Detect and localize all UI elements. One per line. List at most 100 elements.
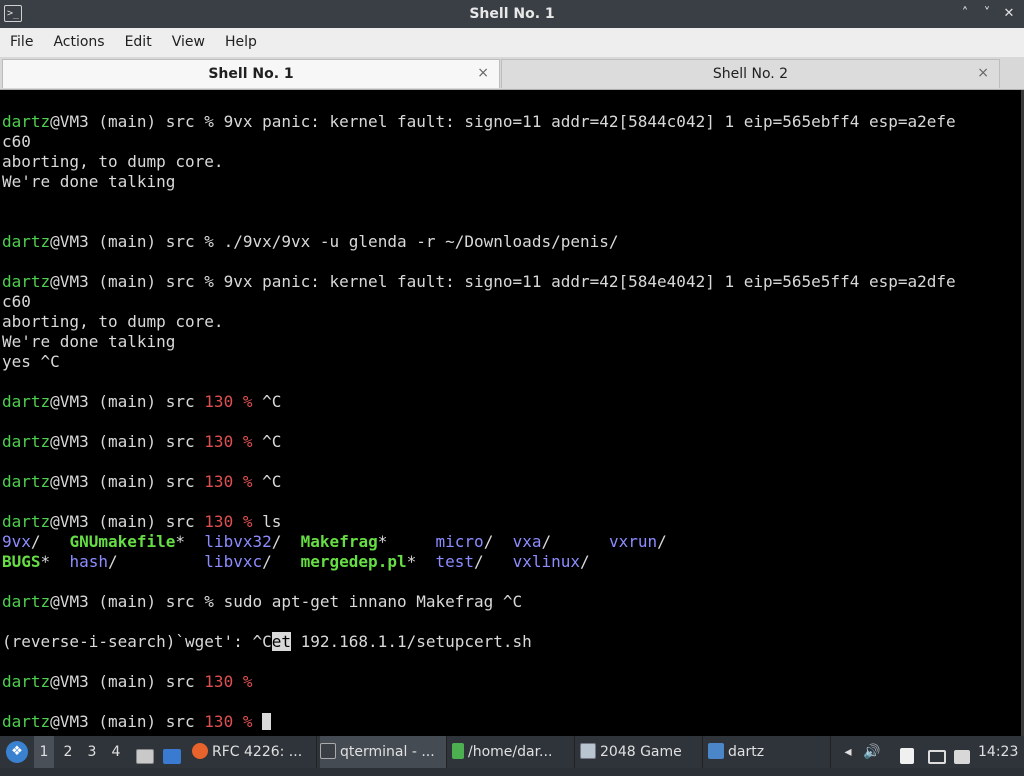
terminal-line: dartz@VM3 (main) src % ./9vx/9vx -u glen… (2, 232, 1012, 252)
terminal-line: aborting, to dump core. (2, 312, 1012, 332)
prompt-user: dartz (2, 592, 51, 611)
terminal-text: c60 (2, 292, 31, 311)
file-entry: micro (435, 532, 484, 551)
desktop-2-button[interactable]: 2 (58, 736, 78, 768)
terminal-line: dartz@VM3 (main) src % 9vx panic: kernel… (2, 272, 1012, 292)
terminal-line: 9vx/ GNUmakefile* libvx32/ Makefrag* mic… (2, 532, 1012, 552)
terminal-text: aborting, to dump core. (2, 152, 224, 171)
prompt-user: dartz (2, 432, 51, 451)
terminal-line: yes ^C (2, 352, 1012, 372)
file-entry: libvxc (204, 552, 263, 571)
prompt-user: dartz (2, 392, 51, 411)
menu-help[interactable]: Help (215, 28, 267, 57)
task-2048-game[interactable]: 2048 Game (580, 736, 703, 768)
terminal-text: / (541, 532, 609, 551)
task-file-manager[interactable]: /home/dar... (452, 736, 575, 768)
terminal-text: @VM3 (main) src % ./9vx/9vx -u glenda -r… (50, 232, 619, 251)
terminal-text: We're done talking (2, 332, 176, 351)
clock[interactable]: 14:23 (978, 736, 1018, 768)
prompt-exit-code: 130 % (204, 512, 253, 531)
start-menu-icon[interactable]: ❖ (6, 741, 28, 763)
close-button[interactable]: ✕ (1000, 4, 1018, 24)
task-label: /home/dar... (468, 744, 553, 760)
clipboard-icon[interactable] (900, 744, 914, 764)
prompt-exit-code: 130 % (204, 432, 253, 451)
prompt-user: dartz (2, 672, 51, 691)
terminal-line: c60 (2, 292, 1012, 312)
window-controls: ˄ ˅ ✕ (956, 4, 1018, 24)
terminal-text: ^C (252, 392, 282, 411)
file-entry: vxa (512, 532, 542, 551)
notification-icon[interactable] (954, 744, 970, 764)
terminal-text: @VM3 (main) src % 9vx panic: kernel faul… (50, 272, 956, 291)
taskbar: ❖ 1 2 3 4 RFC 4226: ... qterminal - ... … (0, 736, 1024, 768)
file-entry: mergedep.pl (300, 552, 407, 571)
tab-label: Shell No. 1 (208, 66, 294, 82)
terminal-line: c60 (2, 132, 1012, 152)
terminal-text: / (474, 552, 513, 571)
file-entry: 9vx (2, 532, 31, 551)
terminal-line: dartz@VM3 (main) src 130 % ls (2, 512, 1012, 532)
tab-bar: Shell No. 1 × Shell No. 2 × (0, 57, 1024, 90)
file-entry: test (435, 552, 475, 571)
task-label: qterminal - ... (340, 744, 435, 760)
terminal-line: (reverse-i-search)`wget': ^Cet 192.168.1… (2, 632, 1012, 652)
terminal-line: aborting, to dump core. (2, 152, 1012, 172)
terminal-output: dartz@VM3 (main) src % 9vx panic: kernel… (2, 112, 1012, 732)
task-label: RFC 4226: ... (212, 744, 303, 760)
window-switch-icon[interactable] (163, 744, 181, 764)
menu-view[interactable]: View (162, 28, 215, 57)
task-firefox[interactable]: RFC 4226: ... (192, 736, 317, 768)
terminal-text: @VM3 (main) src (50, 672, 205, 691)
folder-icon (708, 743, 724, 759)
desktop-1-button[interactable]: 1 (34, 736, 54, 768)
prompt-exit-code: 130 % (204, 392, 253, 411)
terminal-line: BUGS* hash/ libvxc/ mergedep.pl* test/ v… (2, 552, 1012, 572)
terminal-text: ^C (252, 472, 282, 491)
terminal-line: dartz@VM3 (main) src 130 % ^C (2, 392, 1012, 412)
file-manager-icon (452, 743, 464, 759)
tab-shell-1[interactable]: Shell No. 1 × (2, 59, 500, 88)
terminal-text: @VM3 (main) src (50, 472, 205, 491)
menu-file[interactable]: File (0, 28, 43, 57)
terminal-text: ls (252, 512, 282, 531)
tab-shell-2[interactable]: Shell No. 2 × (501, 59, 1000, 88)
terminal-text: * (377, 532, 436, 551)
terminal-text: @VM3 (main) src (50, 392, 205, 411)
minimize-button[interactable]: ˄ (956, 4, 974, 24)
terminal-view[interactable]: dartz@VM3 (main) src % 9vx panic: kernel… (0, 90, 1024, 736)
network-icon[interactable] (928, 744, 946, 764)
close-tab-icon[interactable]: × (477, 65, 489, 81)
menu-bar: File Actions Edit View Help (0, 28, 1024, 57)
file-entry: hash (69, 552, 108, 571)
close-tab-icon[interactable]: × (977, 65, 989, 81)
restore-button[interactable]: ˅ (978, 4, 996, 24)
task-qterminal[interactable]: qterminal - ... (320, 736, 447, 768)
prompt-user: dartz (2, 272, 51, 291)
terminal-text: * (175, 532, 205, 551)
desktop-4-button[interactable]: 4 (106, 736, 126, 768)
selected-text: et (271, 632, 291, 651)
task-label: 2048 Game (600, 744, 682, 760)
terminal-text: yes ^C (2, 352, 60, 371)
file-entry: GNUmakefile (69, 532, 176, 551)
terminal-text: We're done talking (2, 172, 176, 191)
volume-icon[interactable]: 🔊 (862, 736, 882, 768)
prompt-user: dartz (2, 232, 51, 251)
terminal-text: / (271, 532, 301, 551)
task-dartz-folder[interactable]: dartz (708, 736, 831, 768)
menu-edit[interactable]: Edit (115, 28, 162, 57)
menu-arrow-icon[interactable]: ◂ (838, 736, 858, 768)
menu-actions[interactable]: Actions (43, 28, 114, 57)
prompt-exit-code: 130 % (204, 472, 253, 491)
terminal-line: dartz@VM3 (main) src 130 % (2, 712, 1012, 732)
show-desktop-icon[interactable] (136, 744, 154, 764)
desktop-3-button[interactable]: 3 (82, 736, 102, 768)
prompt-user: dartz (2, 512, 51, 531)
